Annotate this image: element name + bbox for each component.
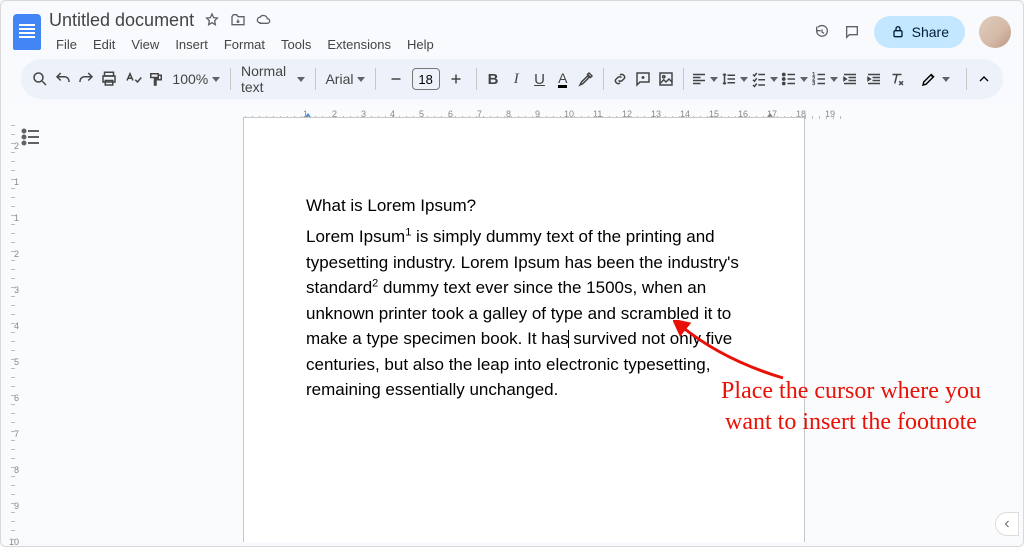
menu-insert[interactable]: Insert [168,35,215,54]
docs-logo[interactable] [13,14,41,50]
link-icon[interactable] [609,65,630,93]
numbered-list-icon[interactable]: 123 [810,65,838,93]
editing-mode[interactable] [910,70,960,88]
insert-image-icon[interactable] [656,65,677,93]
star-icon[interactable] [204,12,220,28]
outdent-icon[interactable] [840,65,861,93]
history-icon[interactable] [814,24,830,40]
print-icon[interactable] [99,65,120,93]
doc-body: Lorem Ipsum1 is simply dummy text of the… [306,224,742,403]
checklist-icon[interactable] [750,65,778,93]
document-page[interactable]: What is Lorem Ipsum? Lorem Ipsum1 is sim… [243,117,805,542]
doc-heading: What is Lorem Ipsum? [306,196,742,216]
svg-text:3: 3 [812,81,815,87]
paragraph-style-select[interactable]: Normal text [237,63,309,95]
menu-bar: File Edit View Insert Format Tools Exten… [49,32,806,56]
font-size-decrease[interactable] [382,65,410,93]
collapse-toolbar-icon[interactable] [972,64,995,94]
zoom-select[interactable]: 100% [168,71,224,87]
spellcheck-icon[interactable] [122,65,143,93]
font-select[interactable]: Arial [321,71,368,87]
avatar[interactable] [979,16,1011,48]
doc-title[interactable]: Untitled document [49,10,194,31]
highlight-icon[interactable] [575,65,596,93]
explore-icon[interactable] [995,512,1019,536]
search-icon[interactable] [29,65,50,93]
menu-tools[interactable]: Tools [274,35,318,54]
menu-extensions[interactable]: Extensions [320,35,398,54]
line-spacing-icon[interactable] [720,65,748,93]
menu-format[interactable]: Format [217,35,272,54]
font-size-increase[interactable] [442,65,470,93]
clear-format-icon[interactable] [886,65,907,93]
align-icon[interactable] [690,65,718,93]
move-icon[interactable] [230,12,246,28]
paint-format-icon[interactable] [145,65,166,93]
menu-file[interactable]: File [49,35,84,54]
menu-view[interactable]: View [124,35,166,54]
cloud-icon[interactable] [256,12,272,28]
share-button[interactable]: Share [874,16,965,48]
underline-icon[interactable]: U [529,65,550,93]
bold-icon[interactable]: B [482,65,503,93]
italic-icon[interactable]: I [506,65,527,93]
text-color-icon[interactable]: A [552,65,573,93]
menu-help[interactable]: Help [400,35,441,54]
comment-icon[interactable] [844,24,860,40]
menu-edit[interactable]: Edit [86,35,122,54]
indent-icon[interactable] [863,65,884,93]
font-size-input[interactable]: 18 [412,68,440,90]
bullet-list-icon[interactable] [780,65,808,93]
undo-icon[interactable] [52,65,73,93]
add-comment-icon[interactable] [633,65,654,93]
toolbar: 100% Normal text Arial 18 B I U A 123 [21,59,1003,99]
vertical-ruler: 2112345678910 [5,105,25,542]
redo-icon[interactable] [75,65,96,93]
share-label: Share [912,24,949,40]
